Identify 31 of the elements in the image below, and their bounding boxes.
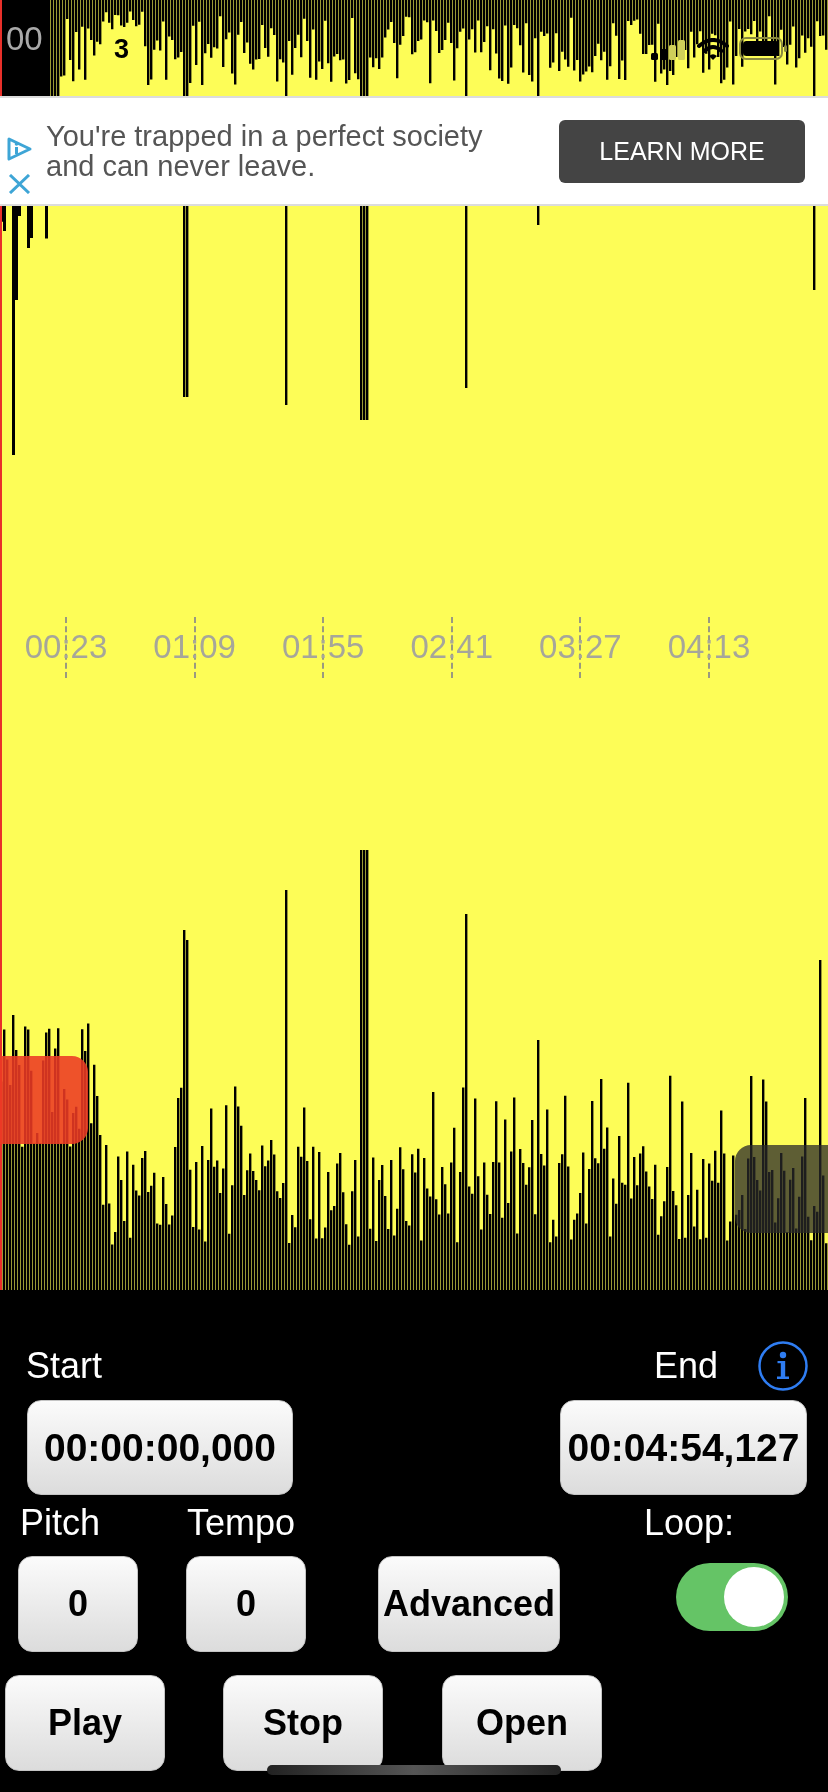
triangle-info-icon[interactable] (5, 136, 33, 162)
loop-label: Loop: (644, 1502, 735, 1543)
tempo-button[interactable]: 0 (186, 1556, 306, 1652)
info-icon[interactable] (758, 1341, 808, 1391)
start-handle[interactable] (0, 1056, 88, 1144)
open-button[interactable]: Open (442, 1675, 602, 1771)
pitch-button[interactable]: 0 (18, 1556, 138, 1652)
stop-button[interactable]: Stop (223, 1675, 383, 1771)
learn-more-button[interactable]: LEARN MORE (559, 119, 805, 183)
end-time-button[interactable]: 00:04:54,127 (560, 1400, 807, 1495)
time-label: 00 (6, 20, 43, 58)
end-handle[interactable] (735, 1145, 828, 1233)
play-button[interactable]: Play (5, 1675, 165, 1771)
close-icon[interactable] (7, 174, 31, 194)
timeline-label: 01:09 (153, 628, 236, 666)
timeline-label: 03:27 (539, 628, 622, 666)
timeline-label: 02:41 (410, 628, 494, 666)
end-label: End (653, 1346, 718, 1386)
ad-text: You're trapped in a perfect society and can never leave. (46, 121, 484, 181)
tempo-label: Tempo (187, 1502, 296, 1543)
start-time-button[interactable]: 00:00:00,000 (27, 1400, 293, 1495)
battery-icon (739, 37, 787, 60)
pitch-label: Pitch (20, 1502, 101, 1543)
timeline-label: 04:13 (667, 628, 751, 666)
timeline-label: 01:55 (281, 628, 365, 666)
wifi-icon (697, 38, 729, 60)
timeline-label: 00:23 (24, 628, 108, 666)
advanced-button[interactable]: Advanced (378, 1556, 560, 1652)
start-label: Start (26, 1346, 103, 1386)
signal-icon (651, 40, 687, 60)
status-time: 3 (114, 34, 130, 64)
